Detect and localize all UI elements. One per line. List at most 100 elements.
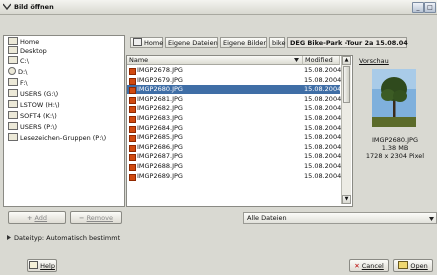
place-drive-f[interactable]: F:\ bbox=[8, 78, 28, 87]
preview-thumbnail bbox=[372, 69, 416, 127]
image-file-icon bbox=[129, 154, 136, 162]
file-name: IMGP2681.JPG bbox=[137, 94, 183, 103]
file-row[interactable]: IMGP2681.JPG 15.08.2004 bbox=[127, 94, 342, 104]
file-modified: 15.08.2004 bbox=[304, 142, 342, 151]
image-file-icon bbox=[129, 116, 136, 123]
file-modified: 15.08.2004 bbox=[304, 104, 342, 113]
file-modified: 15.08.2004 bbox=[304, 75, 342, 84]
column-name-label: Name bbox=[129, 56, 149, 64]
file-row[interactable]: IMGP2687.JPG 15.08.2004 bbox=[127, 152, 342, 162]
add-bookmark-button[interactable]: + Add bbox=[8, 211, 66, 224]
scroll-up-icon[interactable]: ▲ bbox=[342, 56, 351, 65]
place-label: Lesezeichen-Gruppen (P:\) bbox=[20, 134, 107, 142]
minimize-button[interactable]: _ bbox=[412, 2, 424, 13]
place-label: Home bbox=[20, 38, 40, 46]
file-name: IMGP2686.JPG bbox=[137, 142, 183, 151]
window-menu-icon[interactable] bbox=[3, 3, 11, 10]
file-type-expander[interactable]: Dateityp: Automatisch bestimmt bbox=[7, 234, 120, 242]
preview-dimensions: 1728 x 2304 Pixel bbox=[365, 152, 425, 160]
path-label: Home bbox=[144, 39, 164, 47]
home-icon bbox=[133, 38, 142, 46]
scroll-thumb[interactable] bbox=[343, 66, 350, 103]
image-file-icon bbox=[129, 135, 136, 143]
place-label: USERS (P:\) bbox=[20, 123, 58, 131]
dropdown-arrow-icon bbox=[429, 217, 434, 221]
place-desktop[interactable]: Desktop bbox=[8, 46, 47, 55]
image-file-icon bbox=[129, 173, 136, 181]
image-file-icon bbox=[129, 164, 136, 171]
file-modified: 15.08.2004 bbox=[304, 94, 342, 103]
file-row[interactable]: IMGP2678.JPG 15.08.2004 bbox=[127, 66, 342, 75]
path-home-button[interactable]: Home bbox=[130, 37, 163, 48]
preview-filesize: 1.38 MB bbox=[381, 144, 409, 152]
preview-panel: Vorschau IMGP2680.JPG 1.38 MB 1728 x 230… bbox=[355, 55, 435, 185]
add-label: Add bbox=[34, 214, 48, 222]
open-button[interactable]: Open bbox=[393, 259, 433, 272]
home-icon bbox=[8, 37, 18, 45]
place-drive-g[interactable]: USERS (G:\) bbox=[8, 89, 58, 98]
file-type-value: Automatisch bestimmt bbox=[46, 234, 121, 242]
path-current-folder-button[interactable]: DEG Bike-Park -Tour 2a 15.08.04 bbox=[287, 37, 408, 48]
image-file-icon bbox=[129, 144, 136, 152]
path-eigene-bilder-button[interactable]: Eigene Bilder bbox=[220, 37, 267, 48]
column-header-modified[interactable]: Modified bbox=[303, 56, 340, 65]
file-name: IMGP2683.JPG bbox=[137, 114, 183, 122]
cancel-label: Cancel bbox=[361, 262, 384, 270]
image-file-icon bbox=[129, 96, 136, 104]
drive-icon bbox=[8, 56, 18, 64]
place-drive-p[interactable]: USERS (P:\) bbox=[8, 122, 57, 131]
place-drive-d[interactable]: D:\ bbox=[8, 67, 27, 76]
image-file-icon bbox=[129, 77, 136, 85]
file-row[interactable]: IMGP2686.JPG 15.08.2004 bbox=[127, 142, 342, 152]
folder-icon bbox=[8, 133, 18, 141]
help-button[interactable]: Help bbox=[27, 259, 57, 272]
open-label: Open bbox=[410, 262, 428, 270]
file-name: IMGP2680.JPG bbox=[137, 85, 183, 94]
file-row[interactable]: IMGP2682.JPG 15.08.2004 bbox=[127, 104, 342, 114]
title-bar: Bild öffnen _ □ bbox=[0, 0, 437, 15]
place-home[interactable]: Home bbox=[8, 37, 39, 46]
file-row[interactable]: IMGP2685.JPG 15.08.2004 bbox=[127, 133, 341, 143]
cancel-icon: ✕ bbox=[354, 262, 360, 270]
place-label: SOFT4 (K:\) bbox=[20, 112, 57, 120]
preview-filename: IMGP2680.JPG bbox=[372, 136, 418, 144]
drive-icon bbox=[8, 78, 18, 86]
column-header-name[interactable]: Name bbox=[127, 56, 303, 65]
place-label: LSTOW (H:\) bbox=[20, 101, 60, 109]
file-row[interactable]: IMGP2684.JPG 15.08.2004 bbox=[127, 123, 342, 133]
place-drive-h[interactable]: LSTOW (H:\) bbox=[8, 100, 60, 109]
remove-label: Remove bbox=[86, 214, 113, 222]
expander-arrow-icon bbox=[7, 235, 11, 240]
plus-icon: + bbox=[26, 214, 33, 222]
file-name: IMGP2682.JPG bbox=[137, 104, 183, 113]
place-bookmark-group[interactable]: Lesezeichen-Gruppen (P:\) bbox=[8, 133, 106, 142]
file-row[interactable]: IMGP2689.JPG 15.08.2004 bbox=[127, 171, 342, 181]
image-file-icon bbox=[129, 68, 136, 75]
place-label: USERS (G:\) bbox=[20, 90, 59, 98]
file-name: IMGP2687.JPG bbox=[137, 152, 183, 161]
file-row[interactable]: IMGP2683.JPG 15.08.2004 bbox=[127, 114, 341, 123]
remove-bookmark-button[interactable]: − Remove bbox=[70, 211, 122, 224]
cancel-button[interactable]: ✕ Cancel bbox=[349, 259, 389, 272]
image-file-icon bbox=[129, 106, 136, 114]
file-modified: 15.08.2004 bbox=[304, 66, 342, 74]
places-panel: Home Desktop C:\ D:\ F:\ USERS (G:\) LST… bbox=[3, 35, 125, 207]
filter-dropdown[interactable]: Alle Dateien bbox=[243, 212, 437, 224]
minus-icon: − bbox=[79, 214, 85, 222]
place-drive-k[interactable]: SOFT4 (K:\) bbox=[8, 111, 57, 120]
file-type-label: Dateityp: bbox=[14, 234, 45, 242]
scroll-down-icon[interactable]: ▼ bbox=[342, 195, 351, 204]
file-row[interactable]: IMGP2688.JPG 15.08.2004 bbox=[127, 162, 341, 171]
file-row[interactable]: IMGP2679.JPG 15.08.2004 bbox=[127, 75, 342, 85]
file-name: IMGP2684.JPG bbox=[137, 123, 183, 132]
file-list-scrollbar[interactable]: ▲ ▼ bbox=[341, 56, 351, 204]
place-label: C:\ bbox=[20, 57, 29, 65]
path-eigene-dateien-button[interactable]: Eigene Dateien bbox=[165, 37, 218, 48]
file-modified: 15.08.2004 bbox=[304, 152, 342, 161]
path-bike-button[interactable]: bike bbox=[269, 37, 285, 48]
maximize-button[interactable]: □ bbox=[424, 2, 436, 13]
place-drive-c[interactable]: C:\ bbox=[8, 56, 29, 65]
file-modified: 15.08.2004 bbox=[304, 123, 342, 132]
file-row[interactable]: IMGP2680.JPG 15.08.2004 bbox=[127, 85, 341, 95]
file-modified: 15.08.2004 bbox=[304, 171, 342, 180]
